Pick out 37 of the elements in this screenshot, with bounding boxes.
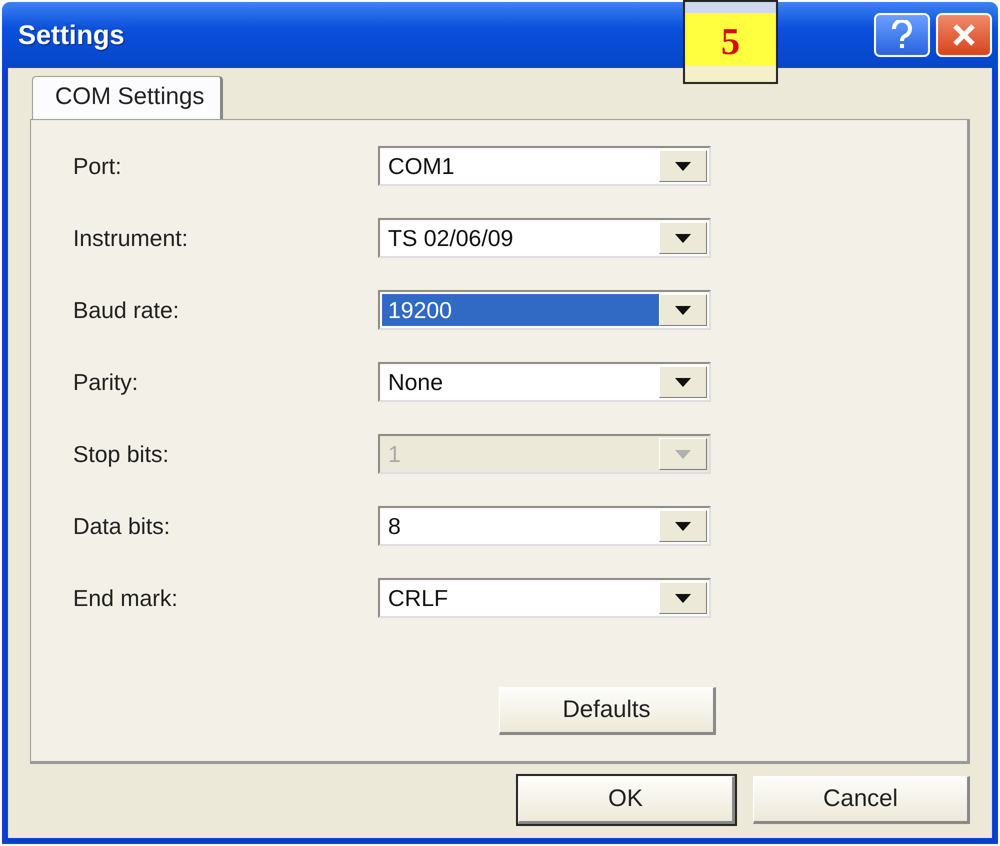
window-title: Settings <box>18 20 125 50</box>
dropdown-value: TS 02/06/09 <box>387 224 514 252</box>
help-button[interactable] <box>874 13 930 57</box>
field-label: Instrument: <box>73 224 190 252</box>
dropdown-field[interactable]: 19200 <box>378 290 711 330</box>
field-label: Data bits: <box>73 512 172 540</box>
dropdown-field[interactable]: 8 <box>378 506 711 546</box>
dropdown-value: 8 <box>387 512 402 540</box>
dropdown-arrow-icon <box>675 522 691 530</box>
dropdown-arrow-icon <box>675 378 691 386</box>
help-icon <box>891 20 913 50</box>
dropdown-arrow-icon <box>675 306 691 314</box>
dialog-button[interactable]: OK <box>518 776 735 824</box>
dropdown-value: 1 <box>387 440 402 468</box>
field-label: Baud rate: <box>73 296 180 324</box>
dialog-button[interactable]: Cancel <box>753 776 970 824</box>
dropdown-value: COM1 <box>387 152 456 180</box>
dropdown-arrow-icon <box>675 450 691 458</box>
field-label: Stop bits: <box>73 440 170 468</box>
defaults-button[interactable]: Defaults <box>499 687 716 735</box>
dropdown-field[interactable]: COM1 <box>378 146 711 186</box>
dropdown-field[interactable]: None <box>378 362 711 402</box>
dropdown-arrow-icon <box>675 234 691 242</box>
dropdown-value: None <box>387 368 444 396</box>
dropdown-field[interactable]: TS 02/06/09 <box>378 218 711 258</box>
dropdown-value: 19200 <box>382 294 659 326</box>
dropdown-value: CRLF <box>387 584 450 612</box>
dropdown-arrow-icon <box>675 162 691 170</box>
dropdown-field[interactable]: CRLF <box>378 578 711 618</box>
dropdown-arrow-icon <box>675 594 691 602</box>
annotation-badge: 5 <box>683 0 778 84</box>
field-label: End mark: <box>73 584 179 612</box>
close-icon <box>952 23 976 47</box>
field-label: Parity: <box>73 368 140 396</box>
close-button[interactable] <box>936 13 992 57</box>
field-label: Port: <box>73 152 123 180</box>
tab[interactable]: COM Settings <box>32 76 224 119</box>
